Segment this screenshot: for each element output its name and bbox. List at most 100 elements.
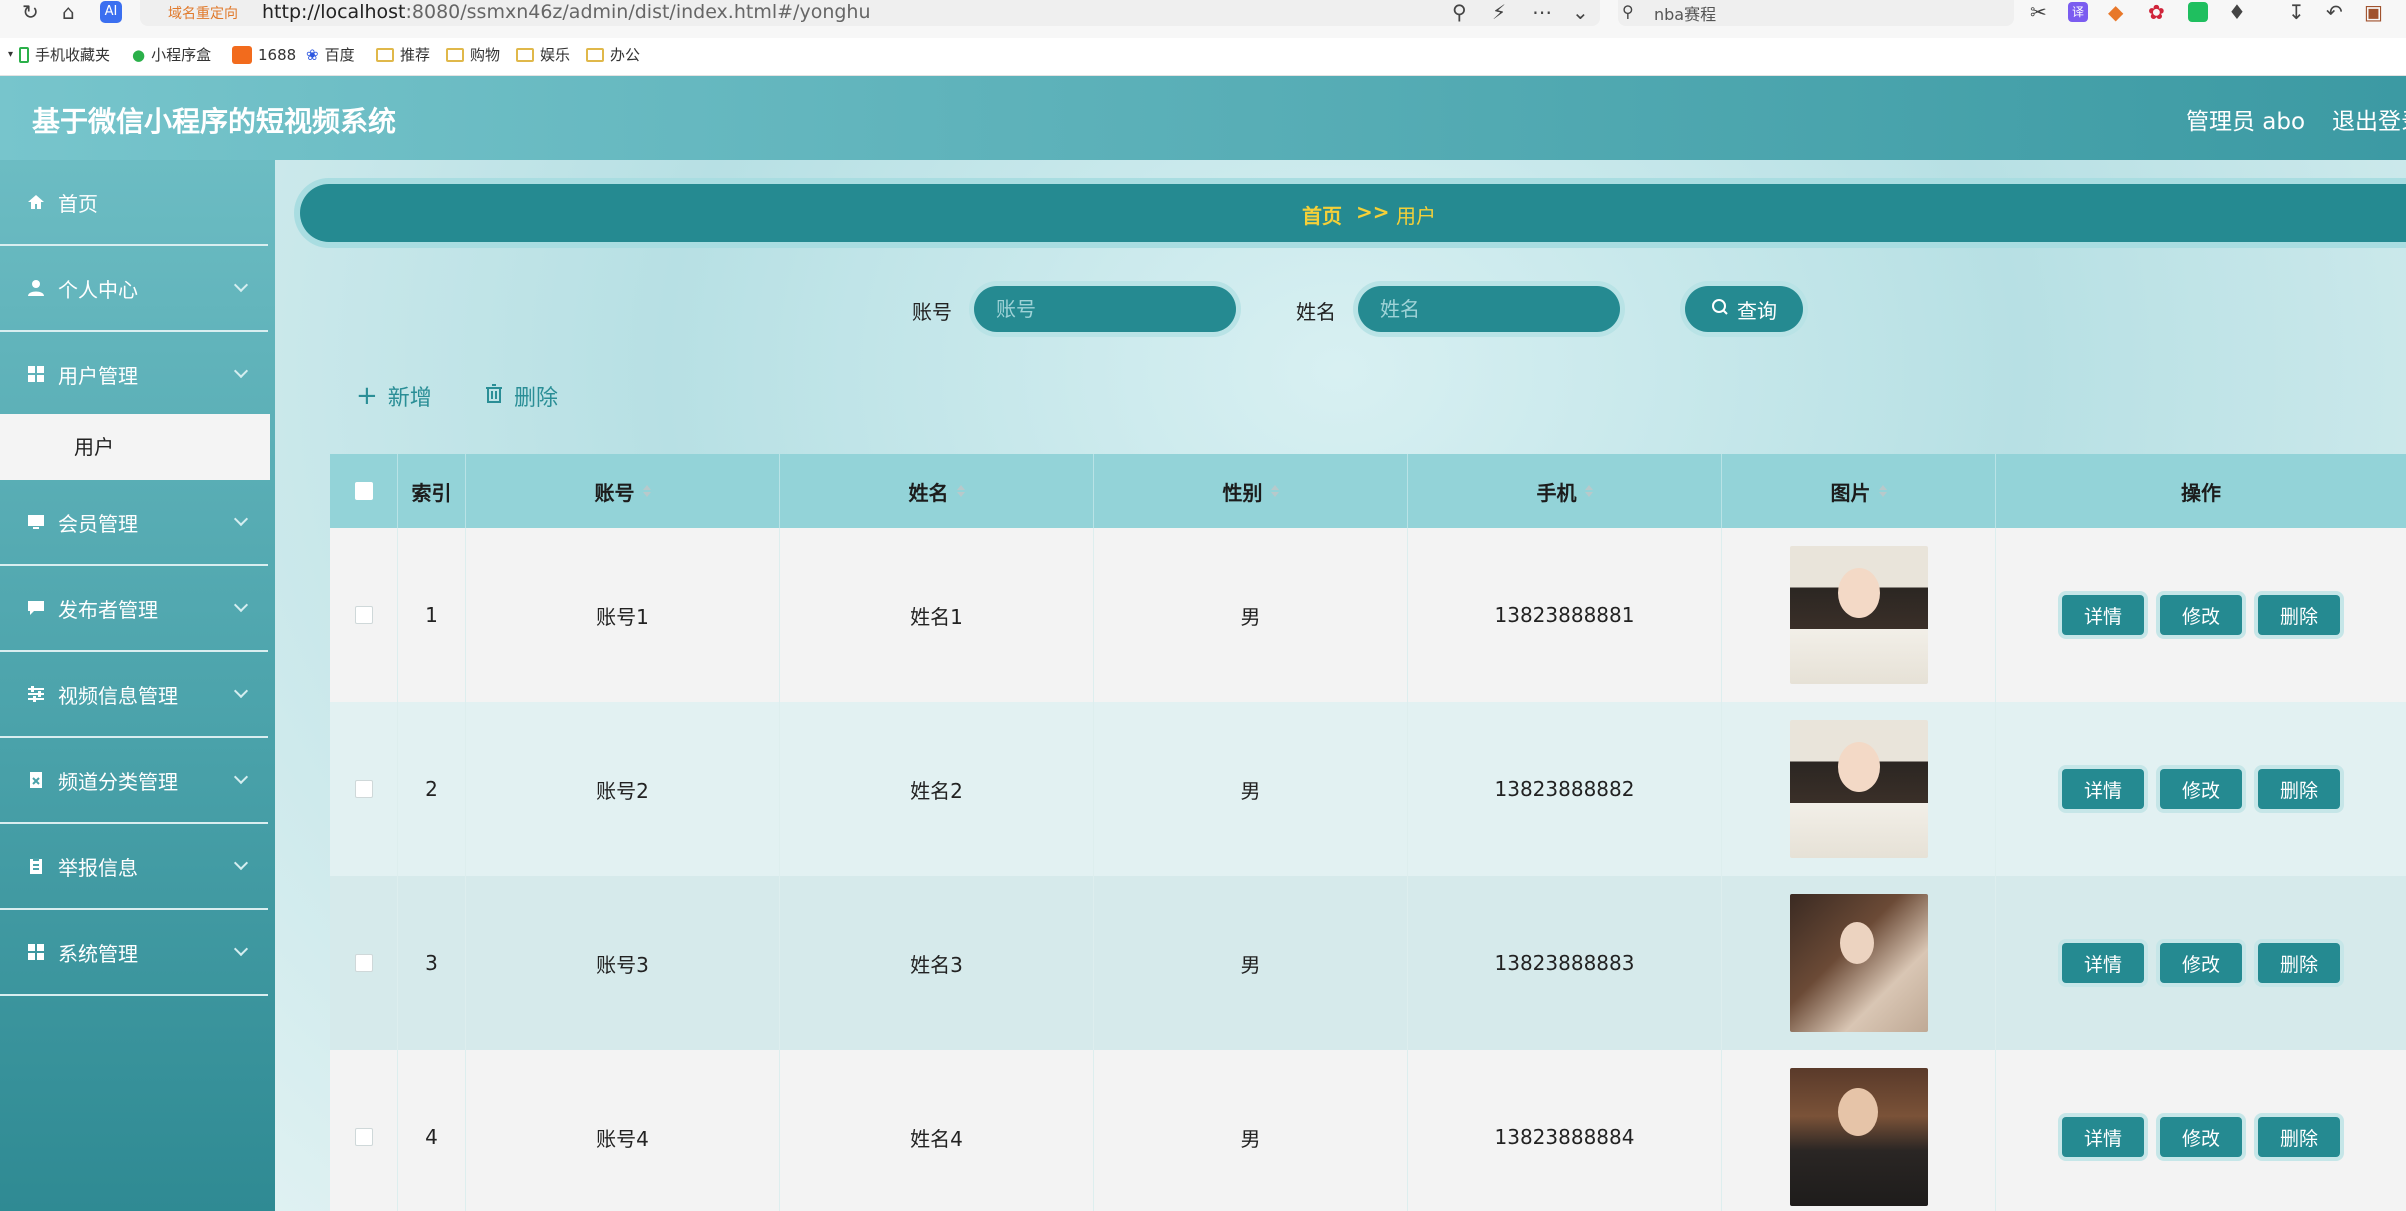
sidebar-item-users[interactable]: 用户管理 (0, 332, 268, 418)
delete-button[interactable]: 删除 (2258, 943, 2340, 983)
edit-button[interactable]: 修改 (2160, 769, 2242, 809)
bookmark-miniapp[interactable]: ● 小程序盒 (132, 44, 211, 66)
bookmark-mobile[interactable]: ▾ 手机收藏夹 (8, 44, 110, 66)
cell-phone: 13823888883 (1408, 876, 1722, 1050)
trash-icon (484, 383, 504, 409)
sidebar-item-home[interactable]: 首页 (0, 160, 268, 246)
search-text[interactable]: nba赛程 (1654, 1, 1716, 25)
sidebar-item-personal[interactable]: 个人中心 (0, 246, 268, 332)
detail-button[interactable]: 详情 (2062, 943, 2144, 983)
name-input[interactable] (1358, 286, 1620, 332)
user-avatar-image[interactable] (1789, 1068, 1928, 1206)
chevron-down-icon (233, 941, 249, 957)
puzzle-icon[interactable]: ♦ (2228, 0, 2246, 24)
bookmarks-bar (0, 38, 2406, 76)
detail-button[interactable]: 详情 (2062, 1117, 2144, 1157)
batch-delete-button[interactable]: 删除 (484, 380, 558, 412)
delete-button[interactable]: 删除 (2258, 595, 2340, 635)
home-icon[interactable]: ⌂ (62, 0, 75, 24)
breadcrumb-home[interactable]: 首页 (1302, 200, 1342, 229)
url-text[interactable]: http://localhost:8080/ssmxn46z/admin/dis… (262, 0, 871, 24)
sidebar-item-videos[interactable]: 视频信息管理 (0, 652, 268, 738)
cell-name: 姓名3 (780, 876, 1094, 1050)
bookmark-baidu[interactable]: ❀ 百度 (306, 44, 355, 66)
th-gender[interactable]: 性别 (1094, 454, 1408, 528)
sort-icon[interactable] (1878, 485, 1887, 497)
cell-index: 2 (398, 702, 466, 876)
sort-icon[interactable] (642, 485, 651, 497)
detail-button[interactable]: 详情 (2062, 769, 2144, 809)
sidebar-subitem-user[interactable]: 用户 (0, 414, 270, 480)
sidebar-item-publishers[interactable]: 发布者管理 (0, 566, 268, 652)
extension-red-icon[interactable]: ✿ (2148, 0, 2165, 24)
delete-button[interactable]: 删除 (2258, 769, 2340, 809)
user-avatar-image[interactable] (1789, 546, 1928, 684)
sidebar: 首页 个人中心 用户管理 用户 会员管理 发布者管理 视频信息管理 频道分类管理… (0, 160, 275, 1211)
account-input[interactable] (974, 286, 1236, 332)
fox-icon[interactable]: ◆ (2108, 0, 2123, 24)
bookmark-1688[interactable]: 1688 (232, 44, 296, 66)
chevron-down-icon[interactable]: ⌄ (1572, 0, 1589, 24)
cell-name: 姓名1 (780, 528, 1094, 702)
sidebar-item-system[interactable]: 系统管理 (0, 910, 268, 996)
select-all-checkbox[interactable] (354, 482, 373, 500)
bookmark-recommend[interactable]: 推荐 (376, 44, 430, 66)
sidebar-item-channels[interactable]: 频道分类管理 (0, 738, 268, 824)
th-account[interactable]: 账号 (466, 454, 780, 528)
row-checkbox[interactable] (354, 954, 373, 972)
bookmark-entertainment[interactable]: 娱乐 (516, 44, 570, 66)
sort-icon[interactable] (1584, 485, 1593, 497)
wechat-ext-icon[interactable] (2188, 2, 2208, 22)
query-button[interactable]: 查询 (1685, 286, 1803, 332)
download-icon[interactable]: ↧ (2288, 0, 2305, 24)
detail-button[interactable]: 详情 (2062, 595, 2144, 635)
add-button[interactable]: + 新增 (356, 380, 432, 412)
th-name[interactable]: 姓名 (780, 454, 1094, 528)
breadcrumb-current: 用户 (1396, 204, 1436, 228)
row-checkbox[interactable] (354, 1128, 373, 1146)
folder-icon (376, 48, 394, 62)
logout-link[interactable]: 退出登录 (2332, 102, 2406, 136)
more-icon[interactable]: ⋯ (1532, 0, 1552, 24)
folder-icon (586, 48, 604, 62)
edit-button[interactable]: 修改 (2160, 1117, 2242, 1157)
breadcrumb (300, 184, 2406, 242)
undo-icon[interactable]: ↶ (2326, 0, 2343, 24)
table-header: 索引 账号 姓名 性别 手机 图片 操作 (330, 454, 2406, 528)
edit-button[interactable]: 修改 (2160, 943, 2242, 983)
user-avatar-image[interactable] (1789, 720, 1928, 858)
bookmark-shopping[interactable]: 购物 (446, 44, 500, 66)
sidebar-item-reports[interactable]: 举报信息 (0, 824, 268, 910)
reload-icon[interactable]: ↻ (22, 0, 39, 24)
lightning-icon[interactable]: ⚡ (1492, 0, 1506, 24)
ai-icon[interactable]: AI (100, 1, 122, 23)
redirect-label: 域名重定向 (168, 6, 238, 22)
bag-icon[interactable]: ▣ (2364, 0, 2383, 24)
scissors-icon[interactable]: ✂ (2030, 0, 2047, 24)
translate-icon[interactable]: 译 (2068, 2, 2088, 22)
cell-name: 姓名4 (780, 1050, 1094, 1211)
row-checkbox[interactable] (354, 606, 373, 624)
cell-gender: 男 (1094, 528, 1408, 702)
zoom-icon[interactable]: ⚲ (1452, 0, 1467, 24)
chevron-down-icon (233, 855, 249, 871)
sort-icon[interactable] (1270, 485, 1279, 497)
user-avatar-image[interactable] (1789, 894, 1928, 1032)
folder-icon (516, 48, 534, 62)
th-phone[interactable]: 手机 (1408, 454, 1722, 528)
edit-button[interactable]: 修改 (2160, 595, 2242, 635)
delete-button[interactable]: 删除 (2258, 1117, 2340, 1157)
sidebar-item-members[interactable]: 会员管理 (0, 480, 268, 566)
cell-account: 账号1 (466, 528, 780, 702)
delete-doc-icon (27, 771, 45, 789)
chat-icon (27, 599, 45, 617)
th-image[interactable]: 图片 (1722, 454, 1996, 528)
th-actions: 操作 (2181, 480, 2221, 505)
shield-icon: ● (132, 46, 146, 64)
row-checkbox[interactable] (354, 780, 373, 798)
bookmark-office[interactable]: 办公 (586, 44, 640, 66)
sort-icon[interactable] (956, 485, 965, 497)
browser-toolbar: ↻ ⌂ AI 域名重定向 http://localhost:8080/ssmxn… (0, 0, 2406, 38)
cell-account: 账号3 (466, 876, 780, 1050)
chevron-down-icon (233, 363, 249, 379)
